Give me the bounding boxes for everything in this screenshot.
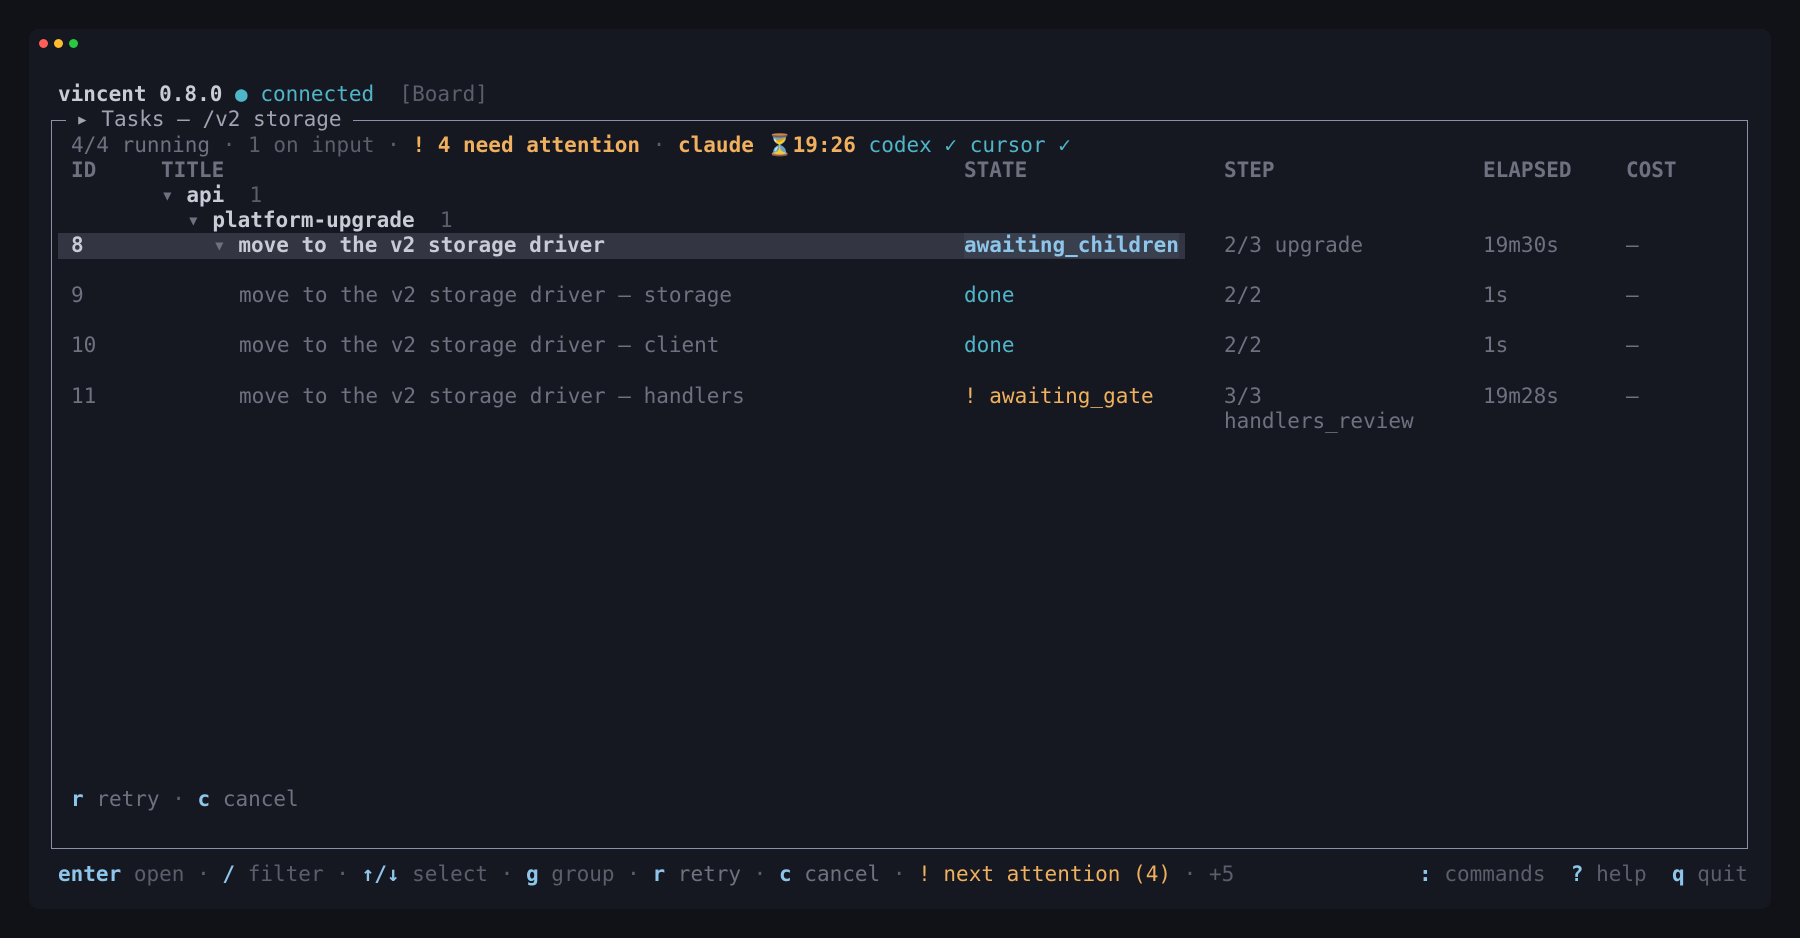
group-count: 1 [249,183,263,207]
separator: · [222,133,236,157]
hourglass-icon: ⏳19:26 [766,133,856,157]
check-icon: ✓ [1058,133,1071,157]
row-step: 2/2 [1224,283,1262,307]
separator: · [336,862,349,886]
header-id: ID [71,158,97,182]
key-label: filter [247,862,324,886]
cancel-key[interactable]: c [198,787,211,811]
row-title: move to the v2 storage driver — client [239,333,720,357]
summary-bar: 4/4 running · 1 on input · ! 4 need atte… [71,133,1071,158]
row-state: awaiting_children [964,233,1179,258]
row-state: ! awaiting_gate [964,384,1154,408]
row-elapsed: 19m30s [1483,233,1559,257]
key-enter[interactable]: enter [58,862,121,886]
chevron-down-icon[interactable]: ▾ [213,233,226,257]
panel-title: ▸ Tasks — /v2 storage [66,107,353,132]
separator: · [500,862,514,886]
separator: · [753,862,767,886]
group-name: platform-upgrade [212,208,415,232]
separator: · [627,862,640,886]
separator: · [197,862,210,886]
key-label: group [551,862,615,886]
chevron-down-icon[interactable]: ▾ [161,183,174,207]
footer-keybindings-right: : commands ? help q quit [1419,862,1748,887]
key-cancel[interactable]: c [779,862,792,886]
check-icon: ✓ [944,133,958,157]
agent-claude: claude [678,133,754,157]
app-name: vincent 0.8.0 [58,82,223,106]
row-id: 8 [71,233,84,257]
view-label[interactable]: [Board] [399,82,488,106]
connection-status: connected [260,82,375,106]
header-title: TITLE [161,158,225,182]
row-id: 9 [71,283,84,307]
agent-cursor: cursor [969,133,1046,157]
row-step-detail: handlers_review [1224,409,1414,433]
row-elapsed: 1s [1483,333,1509,357]
triangle-right-icon: ▸ [76,107,89,131]
key-select[interactable]: ↑/↓ [362,862,400,886]
row-elapsed: 1s [1483,283,1509,307]
header-cost: COST [1626,158,1677,182]
header-elapsed: ELAPSED [1483,158,1572,182]
group-name: api [186,183,225,207]
row-title: move to the v2 storage driver [238,233,605,257]
row-step: 2/2 [1224,333,1262,357]
key-filter[interactable]: / [222,862,235,886]
row-state: done [964,333,1015,357]
next-attention-key[interactable]: ! next attention (4) [918,862,1171,886]
header-step: STEP [1224,158,1275,182]
running-count: 4/4 running [71,133,211,157]
chevron-down-icon[interactable]: ▾ [187,208,200,232]
header-state: STATE [964,158,1028,182]
on-input-count: 1 on input [248,133,375,157]
key-quit[interactable]: q [1672,862,1685,886]
close-window-button[interactable] [39,39,48,48]
key-label: commands [1444,862,1546,886]
key-label: cancel [804,862,881,886]
key-label: help [1596,862,1647,886]
row-cost: — [1626,283,1639,307]
minimize-window-button[interactable] [54,39,63,48]
row-step: 2/3 upgrade [1224,233,1364,257]
connection-status-dot-icon: ● [235,82,248,106]
app-header: vincent 0.8.0 ● connected [Board] [58,82,488,107]
separator: · [1183,862,1197,886]
row-step: 3/3 [1224,384,1262,408]
row-title: move to the v2 storage driver — handlers [239,384,745,408]
agent-codex: codex [868,133,932,157]
key-retry[interactable]: r [652,862,665,886]
more-keybindings[interactable]: +5 [1209,862,1234,886]
separator: · [172,787,185,811]
attention-count[interactable]: ! 4 need attention [412,133,640,157]
key-group[interactable]: g [526,862,539,886]
key-commands[interactable]: : [1419,862,1432,886]
retry-label: retry [96,787,160,811]
row-cost: — [1626,384,1639,408]
key-label: quit [1697,862,1748,886]
key-help[interactable]: ? [1571,862,1584,886]
row-id: 10 [71,333,97,357]
group-row-api[interactable]: ▾ api 1 [161,183,262,208]
footer-keybindings: enter open · / filter · ↑/↓ select · g g… [58,862,1234,887]
row-state: done [964,283,1015,307]
separator: · [892,862,906,886]
group-count: 1 [439,208,453,232]
separator: · [387,133,400,157]
row-elapsed: 19m28s [1483,384,1559,408]
panel-title-text: Tasks — /v2 storage [101,107,342,131]
separator: · [652,133,666,157]
maximize-window-button[interactable] [69,39,78,48]
panel-actions: r retry · c cancel [71,787,299,812]
row-cost: — [1626,333,1639,357]
key-label: select [412,862,489,886]
key-label: open [133,862,185,886]
key-label: retry [677,862,742,886]
row-title: move to the v2 storage driver — storage [239,283,733,307]
group-row-platform-upgrade[interactable]: ▾ platform-upgrade 1 [187,208,453,233]
row-id: 11 [71,384,97,408]
row-cost: — [1626,233,1639,257]
cancel-label: cancel [222,787,299,811]
retry-key[interactable]: r [71,787,84,811]
